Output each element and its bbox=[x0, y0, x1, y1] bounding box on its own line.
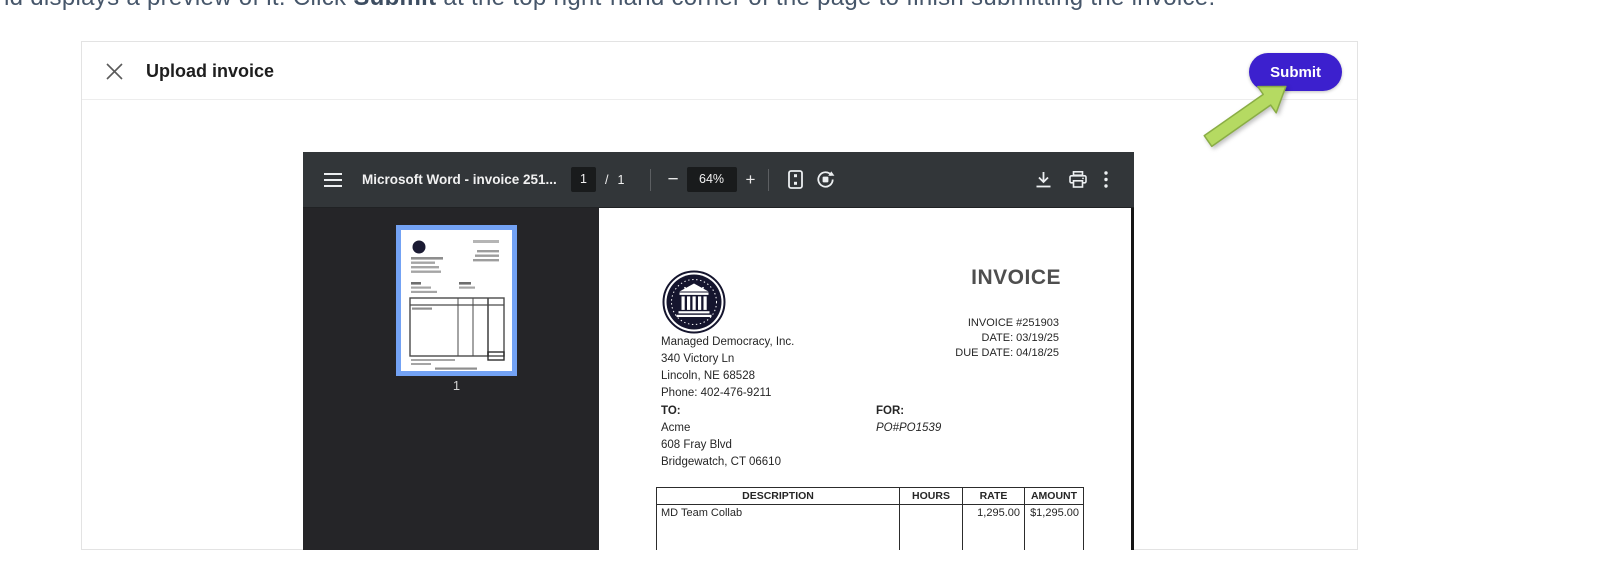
zoom-out-button[interactable]: − bbox=[667, 170, 678, 189]
cell-description: MD Team Collab bbox=[656, 504, 900, 550]
annotation-arrow bbox=[1203, 85, 1287, 148]
cell-amount: $1,295.00 bbox=[1024, 504, 1084, 550]
to-label: TO: bbox=[661, 405, 681, 417]
to-line: 608 Fray Blvd bbox=[661, 439, 732, 451]
for-block: FOR: PO#PO1539 bbox=[876, 403, 941, 437]
modal-title: Upload invoice bbox=[146, 61, 275, 81]
toolbar-center-controls: 1 / 1 − 64% + bbox=[571, 152, 835, 207]
invoice-line-items-table: DESCRIPTION HOURS RATE AMOUNT MD Team Co… bbox=[656, 487, 1084, 550]
company-logo bbox=[662, 270, 726, 334]
cell-hours bbox=[899, 504, 963, 550]
instruction-post: at the top right-hand corner of the page… bbox=[436, 0, 1215, 11]
for-label: FOR: bbox=[876, 405, 905, 417]
modal-header: Upload invoice Submit bbox=[82, 42, 1357, 100]
pdf-toolbar: Microsoft Word - invoice 251... 1 / 1 − … bbox=[303, 152, 1134, 208]
print-icon[interactable] bbox=[1069, 171, 1087, 188]
thumbnail-page-preview bbox=[401, 230, 512, 371]
instruction-bold-submit: Submit bbox=[353, 0, 436, 11]
thumbnail-content bbox=[409, 240, 505, 370]
invoice-title: INVOICE bbox=[971, 266, 1061, 289]
invoice-due-date: DUE DATE: 04/18/25 bbox=[955, 347, 1059, 359]
fit-page-icon[interactable] bbox=[788, 170, 804, 189]
for-value: PO#PO1539 bbox=[876, 422, 942, 434]
bill-to-block: TO: Acme 608 Fray Blvd Bridgewatch, CT 0… bbox=[661, 403, 781, 471]
to-line: Acme bbox=[661, 422, 691, 434]
invoice-date: DATE: 03/19/25 bbox=[981, 332, 1059, 344]
company-address-line1: 340 Victory Ln bbox=[661, 353, 735, 365]
page-thumbnail[interactable] bbox=[396, 225, 517, 376]
thumbnail-sidebar: 1 bbox=[303, 208, 599, 550]
company-phone: Phone: 402-476-9211 bbox=[661, 387, 772, 399]
pdf-viewer-body: 1 Managed Democracy, Inc. 340 Victory Ln… bbox=[303, 208, 1134, 550]
cell-rate: 1,295.00 bbox=[962, 504, 1025, 550]
header-description: DESCRIPTION bbox=[656, 487, 900, 505]
table-header-row: DESCRIPTION HOURS RATE AMOUNT bbox=[656, 487, 1084, 505]
header-rate: RATE bbox=[962, 487, 1025, 505]
toolbar-divider bbox=[768, 168, 770, 191]
header-hours: HOURS bbox=[899, 487, 963, 505]
toolbar-right-controls bbox=[1035, 152, 1108, 207]
menu-icon[interactable] bbox=[324, 173, 342, 187]
document-title: Microsoft Word - invoice 251... bbox=[362, 172, 557, 187]
company-address-line2: Lincoln, NE 68528 bbox=[661, 370, 755, 382]
toolbar-divider bbox=[650, 168, 652, 191]
zoom-in-button[interactable]: + bbox=[746, 171, 756, 188]
company-info: Managed Democracy, Inc. 340 Victory Ln L… bbox=[661, 334, 794, 402]
page-number-input[interactable]: 1 bbox=[571, 167, 596, 192]
invoice-number: INVOICE #251903 bbox=[967, 317, 1059, 329]
company-name: Managed Democracy, Inc. bbox=[661, 336, 795, 348]
instruction-text: nd displays a preview of it. Click Submi… bbox=[0, 0, 1215, 11]
invoice-meta: INVOICE #251903 DATE: 03/19/25 DUE DATE:… bbox=[955, 316, 1059, 361]
header-amount: AMOUNT bbox=[1024, 487, 1084, 505]
to-line: Bridgewatch, CT 06610 bbox=[661, 456, 781, 468]
rotate-icon[interactable] bbox=[816, 170, 835, 189]
table-row: MD Team Collab 1,295.00 $1,295.00 bbox=[656, 504, 1084, 550]
pdf-viewer: Microsoft Word - invoice 251... 1 / 1 − … bbox=[303, 152, 1134, 550]
page-total: 1 bbox=[617, 172, 625, 187]
close-icon[interactable] bbox=[106, 63, 123, 80]
more-options-icon[interactable] bbox=[1104, 171, 1108, 188]
page-separator: / bbox=[605, 172, 609, 187]
thumbnail-page-number: 1 bbox=[452, 378, 461, 393]
upload-invoice-modal: Upload invoice Submit Microsoft Word - i… bbox=[81, 41, 1358, 550]
instruction-pre: nd displays a preview of it. Click bbox=[0, 0, 353, 11]
invoice-page: Managed Democracy, Inc. 340 Victory Ln L… bbox=[599, 208, 1134, 550]
zoom-level-input[interactable]: 64% bbox=[686, 167, 737, 192]
download-icon[interactable] bbox=[1035, 171, 1052, 188]
